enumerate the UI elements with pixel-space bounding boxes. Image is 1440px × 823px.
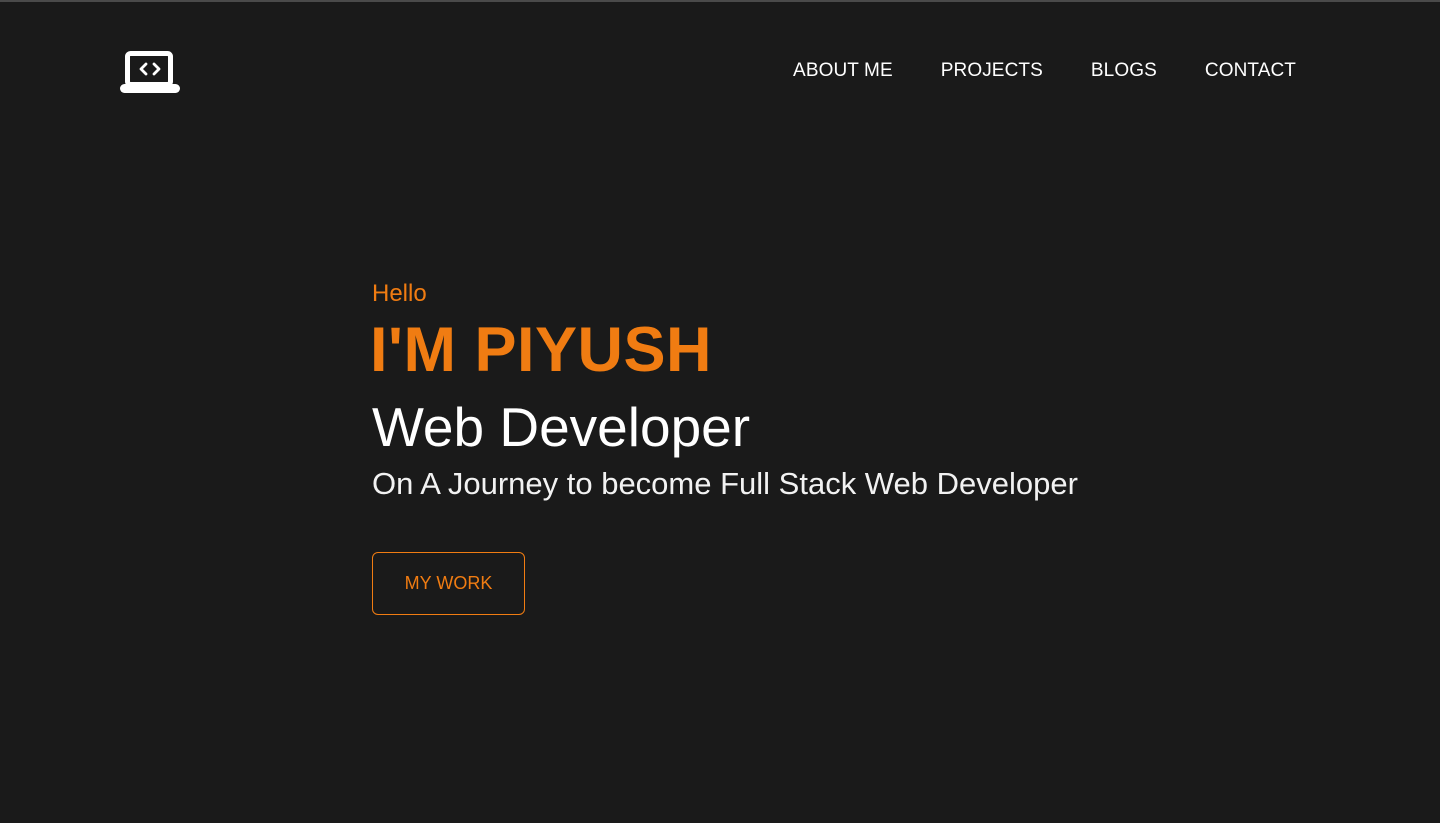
nav-link-contact[interactable]: CONTACT [1205,60,1296,81]
hero-role: Web Developer [372,396,751,458]
hero-greeting: Hello [372,280,427,307]
nav-link-blogs[interactable]: BLOGS [1091,60,1157,81]
logo-laptop-code-icon[interactable] [120,50,180,94]
navbar: ABOUT ME PROJECTS BLOGS CONTACT [0,0,1440,140]
nav-link-about-me[interactable]: ABOUT ME [793,60,893,81]
nav-links: ABOUT ME PROJECTS BLOGS CONTACT [793,60,1296,82]
nav-link-projects[interactable]: PROJECTS [941,60,1043,81]
hero-name: I'M PIYUSH [370,315,713,385]
my-work-button[interactable]: MY WORK [372,552,525,615]
hero-section: Hello I'M PIYUSH Web Developer On A Jour… [370,278,1272,504]
hero-tagline: On A Journey to become Full Stack Web De… [372,466,1078,501]
